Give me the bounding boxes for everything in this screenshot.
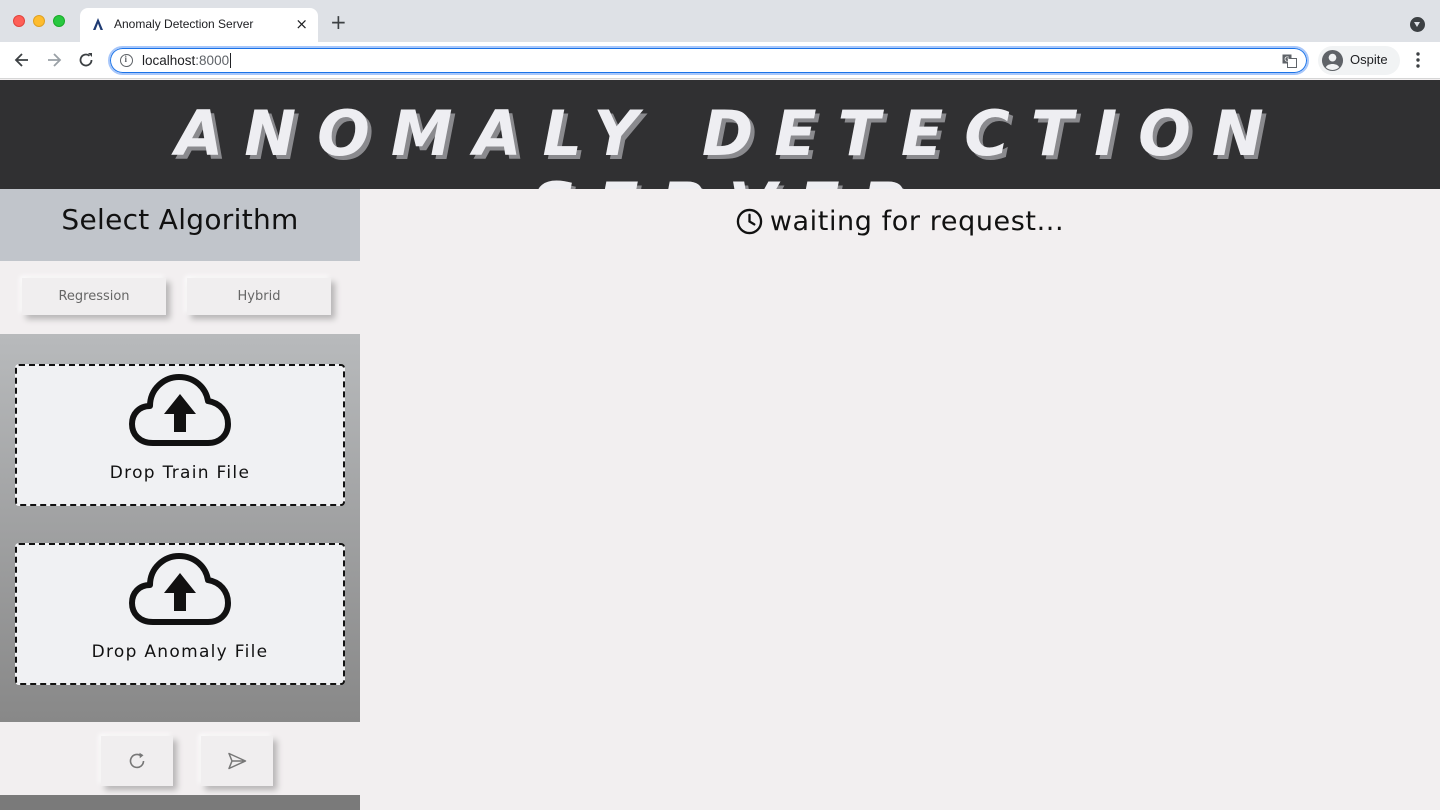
drop-anomaly-label: Drop Anomaly File [91, 642, 269, 662]
sidebar-footer [0, 795, 360, 810]
svg-text:G: G [1284, 56, 1289, 64]
new-tab-icon[interactable]: + [330, 12, 347, 32]
close-window-icon[interactable] [13, 15, 25, 27]
cloud-upload-icon [129, 374, 231, 446]
clock-icon [736, 208, 763, 235]
translate-icon[interactable]: G [1282, 54, 1297, 68]
back-icon[interactable] [12, 50, 32, 70]
profile-button[interactable]: Ospite [1318, 46, 1400, 75]
sidebar-header: Select Algorithm [0, 189, 360, 261]
status-text: waiting for request... [769, 206, 1065, 237]
tab-close-icon[interactable]: × [295, 15, 308, 33]
browser-toolbar: localhost:8000 G Ospite [0, 42, 1440, 79]
profile-name: Ospite [1350, 52, 1388, 67]
results-panel: waiting for request... [360, 189, 1440, 810]
train-file-dropzone[interactable]: Drop Train File [15, 364, 345, 506]
select-algorithm-title: Select Algorithm [61, 203, 299, 236]
url-text: localhost:8000 [142, 53, 232, 68]
anomaly-file-dropzone[interactable]: Drop Anomaly File [15, 543, 345, 685]
cloud-upload-icon [129, 553, 231, 625]
regression-button[interactable]: Regression [22, 278, 166, 315]
status-message: waiting for request... [360, 206, 1440, 237]
site-info-icon[interactable] [120, 54, 133, 67]
drop-train-label: Drop Train File [109, 463, 251, 483]
tab-search-icon[interactable] [1410, 17, 1425, 32]
address-bar[interactable]: localhost:8000 G [108, 46, 1309, 75]
forward-icon[interactable] [44, 50, 64, 70]
minimize-window-icon[interactable] [33, 15, 45, 27]
send-button[interactable] [201, 736, 273, 786]
browser-tab[interactable]: Anomaly Detection Server × [80, 8, 318, 42]
hybrid-button[interactable]: Hybrid [187, 278, 331, 315]
reload-icon[interactable] [76, 50, 96, 70]
more-menu-icon[interactable] [1410, 50, 1426, 70]
browser-tab-bar: Anomaly Detection Server × + [0, 0, 1440, 42]
avatar [1321, 49, 1344, 72]
reset-button[interactable] [101, 736, 173, 786]
maximize-window-icon[interactable] [53, 15, 65, 27]
send-icon [228, 752, 247, 770]
app-favicon-icon [93, 18, 103, 30]
app-header: ANOMALY DETECTION SERVER [0, 80, 1440, 242]
file-drop-panel: Drop Train File Drop Anomaly File [0, 334, 360, 722]
algorithm-selector: Regression Hybrid [0, 261, 360, 334]
action-bar [0, 722, 360, 795]
refresh-icon [129, 752, 145, 769]
tab-title: Anomaly Detection Server [114, 17, 254, 31]
